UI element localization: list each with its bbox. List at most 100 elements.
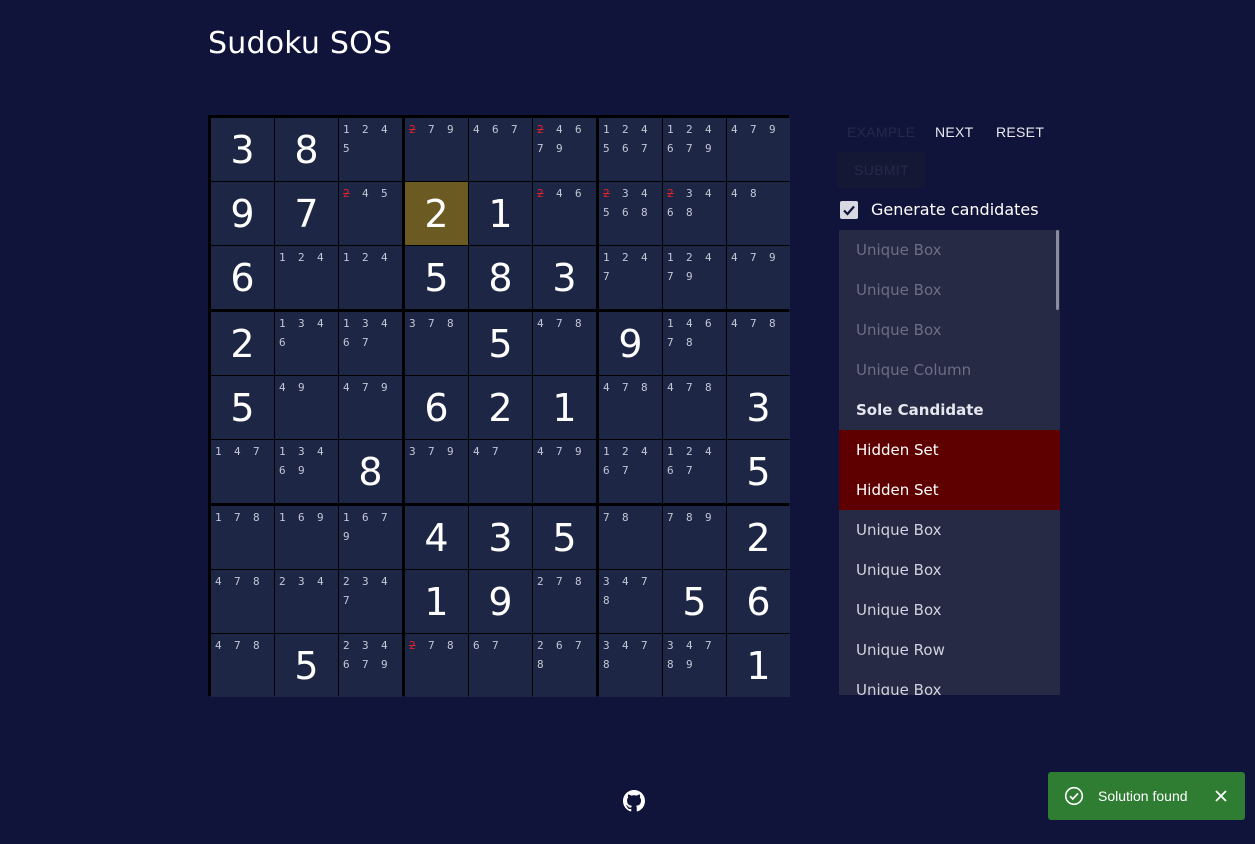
board-cell[interactable]: 5	[405, 246, 468, 309]
board-cell[interactable]: 124 7	[599, 246, 662, 309]
step-item[interactable]: Unique Box	[839, 590, 1060, 630]
generate-candidates-toggle[interactable]: Generate candidates	[840, 200, 1039, 219]
step-item[interactable]: Unique Box	[839, 670, 1060, 695]
board-cell[interactable]: 134 67	[339, 312, 402, 375]
board-cell[interactable]: 1	[469, 182, 532, 245]
board-cell[interactable]: 147	[211, 440, 274, 503]
board-cell[interactable]: 8	[275, 118, 338, 181]
close-icon[interactable]	[1214, 789, 1228, 803]
board-cell[interactable]: 479	[727, 246, 790, 309]
scrollbar[interactable]	[1056, 230, 1059, 310]
board-cell[interactable]: 5	[275, 634, 338, 697]
board-cell[interactable]: 6	[405, 376, 468, 439]
board-cell[interactable]: 78	[599, 506, 662, 569]
board-cell[interactable]: 245	[339, 182, 402, 245]
board-cell[interactable]: 246 79	[533, 118, 596, 181]
board-cell[interactable]: 1	[533, 376, 596, 439]
board-cell[interactable]: 5	[727, 440, 790, 503]
board-cell[interactable]: 478	[599, 376, 662, 439]
board-cell[interactable]: 1	[405, 570, 468, 633]
board-cell[interactable]: 246	[533, 182, 596, 245]
next-button[interactable]: NEXT	[935, 124, 974, 140]
board-cell[interactable]: 278	[533, 570, 596, 633]
board-cell[interactable]: 5	[533, 506, 596, 569]
board-cell[interactable]: 124 67	[663, 440, 726, 503]
board-cell[interactable]: 9	[599, 312, 662, 375]
board-cell[interactable]: 478	[211, 634, 274, 697]
board-cell[interactable]: 347 8	[599, 570, 662, 633]
board-cell[interactable]: 378	[405, 312, 468, 375]
board-cell[interactable]: 478	[663, 376, 726, 439]
board-cell[interactable]: 3	[469, 506, 532, 569]
board-cell[interactable]: 279	[405, 118, 468, 181]
board-cell[interactable]: 9	[469, 570, 532, 633]
board-cell[interactable]: 124	[339, 246, 402, 309]
board-cell[interactable]: 124 79	[663, 246, 726, 309]
board-cell[interactable]: 67	[469, 634, 532, 697]
board-cell[interactable]: 134 69	[275, 440, 338, 503]
step-item[interactable]: Sole Candidate	[839, 390, 1060, 430]
board-cell[interactable]: 3	[211, 118, 274, 181]
board-cell[interactable]: 234 68	[663, 182, 726, 245]
board-cell[interactable]: 347 8	[599, 634, 662, 697]
board-cell[interactable]: 467	[469, 118, 532, 181]
board-cell[interactable]: 169	[275, 506, 338, 569]
board-cell[interactable]: 478	[533, 312, 596, 375]
board-cell[interactable]: 8	[339, 440, 402, 503]
board-cell[interactable]: 124 679	[663, 118, 726, 181]
board-cell[interactable]: 6	[727, 570, 790, 633]
board-cell[interactable]: 1679	[339, 506, 402, 569]
board-cell[interactable]: 146 78	[663, 312, 726, 375]
step-item[interactable]: Unique Box	[839, 230, 1060, 270]
board-cell[interactable]: 5	[469, 312, 532, 375]
board-cell[interactable]: 5	[211, 376, 274, 439]
step-item[interactable]: Unique Box	[839, 550, 1060, 590]
board-cell[interactable]: 3	[533, 246, 596, 309]
board-cell[interactable]: 1	[727, 634, 790, 697]
board-cell[interactable]: 3	[727, 376, 790, 439]
board-cell[interactable]: 2	[469, 376, 532, 439]
solution-steps-list[interactable]: Unique Box Unique Box Unique Box Unique Col…	[839, 230, 1060, 695]
submit-button[interactable]: SUBMIT	[838, 152, 925, 188]
board-cell[interactable]: 479	[339, 376, 402, 439]
board-cell[interactable]: 379	[405, 440, 468, 503]
board-cell[interactable]: 478	[211, 570, 274, 633]
board-cell[interactable]: 49	[275, 376, 338, 439]
board-cell[interactable]: 178	[211, 506, 274, 569]
github-link[interactable]	[623, 790, 645, 812]
board-cell[interactable]: 6	[211, 246, 274, 309]
board-cell[interactable]: 278	[405, 634, 468, 697]
board-cell[interactable]: 479	[533, 440, 596, 503]
board-cell[interactable]: 234 679	[339, 634, 402, 697]
step-item[interactable]: Unique Box	[839, 270, 1060, 310]
board-cell[interactable]: 134 6	[275, 312, 338, 375]
step-item[interactable]: Unique Column	[839, 350, 1060, 390]
step-item[interactable]: Unique Row	[839, 630, 1060, 670]
board-cell[interactable]: 267 8	[533, 634, 596, 697]
board-cell[interactable]: 234 7	[339, 570, 402, 633]
board-cell[interactable]: 7	[275, 182, 338, 245]
board-cell[interactable]: 479	[727, 118, 790, 181]
board-cell[interactable]: 47	[469, 440, 532, 503]
board-cell[interactable]: 2	[727, 506, 790, 569]
example-button[interactable]: EXAMPLE	[847, 124, 915, 140]
board-cell[interactable]: 124 567	[599, 118, 662, 181]
board-cell[interactable]: 124 5	[339, 118, 402, 181]
board-cell[interactable]: 234	[275, 570, 338, 633]
board-cell[interactable]: 4	[405, 506, 468, 569]
board-cell[interactable]: 347 89	[663, 634, 726, 697]
board-cell[interactable]: 789	[663, 506, 726, 569]
board-cell[interactable]: 2	[405, 182, 468, 245]
board-cell[interactable]: 478	[727, 312, 790, 375]
board-cell[interactable]: 8	[469, 246, 532, 309]
board-cell[interactable]: 9	[211, 182, 274, 245]
board-cell[interactable]: 48	[727, 182, 790, 245]
board-cell[interactable]: 124	[275, 246, 338, 309]
reset-button[interactable]: RESET	[996, 124, 1044, 140]
step-item[interactable]: Unique Box	[839, 310, 1060, 350]
board-cell[interactable]: 2	[211, 312, 274, 375]
checkbox[interactable]	[840, 200, 858, 219]
step-item[interactable]: Hidden Set	[839, 430, 1060, 470]
board-cell[interactable]: 124 67	[599, 440, 662, 503]
board-cell[interactable]: 234 568	[599, 182, 662, 245]
